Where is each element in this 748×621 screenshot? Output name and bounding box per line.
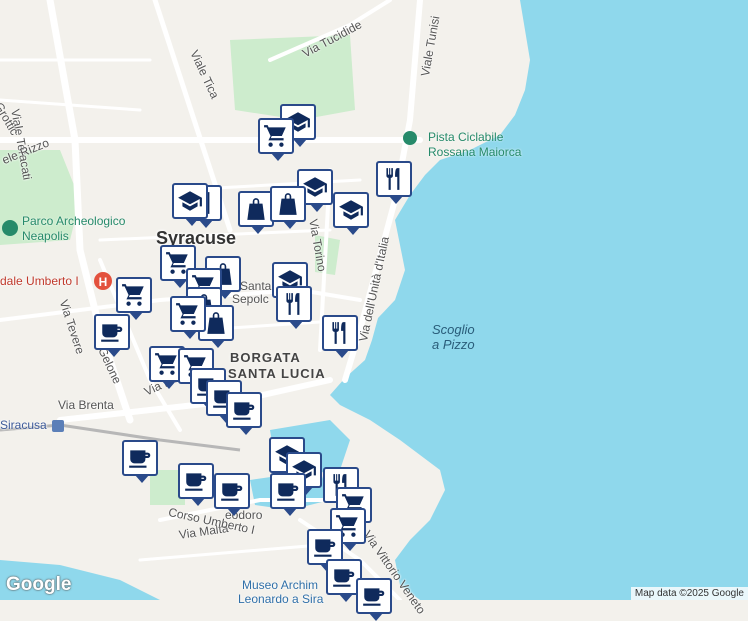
coffee-cup-icon xyxy=(183,468,209,494)
museum-label-1: Museo Archim xyxy=(242,578,319,592)
shopping-bag-icon xyxy=(203,310,229,336)
marker-cafe[interactable] xyxy=(356,578,392,621)
marker-cafe[interactable] xyxy=(94,314,130,357)
coffee-cup-icon xyxy=(127,445,153,471)
marker-shopping[interactable] xyxy=(170,296,206,339)
marker-cafe[interactable] xyxy=(178,463,214,506)
graduation-cap-icon xyxy=(177,188,203,214)
district-label-1: BORGATA xyxy=(230,350,301,365)
coffee-cup-icon xyxy=(331,564,357,590)
graduation-cap-icon xyxy=(338,197,364,223)
marker-shopping[interactable] xyxy=(116,277,152,320)
marker-cafe[interactable] xyxy=(226,392,262,435)
shopping-bag-icon xyxy=(243,196,269,222)
park-poi-icon xyxy=(2,220,18,236)
marker-restaurant[interactable] xyxy=(322,315,358,358)
marker-education[interactable] xyxy=(333,192,369,235)
station-label: Siracusa xyxy=(0,418,47,432)
shopping-cart-icon xyxy=(121,282,147,308)
coffee-cup-icon xyxy=(231,397,257,423)
shopping-cart-icon xyxy=(263,123,289,149)
shopping-cart-icon xyxy=(175,301,201,327)
coffee-cup-icon xyxy=(312,534,338,560)
marker-restaurant[interactable] xyxy=(376,161,412,204)
map-credit: Map data ©2025 Google xyxy=(630,587,748,600)
street-via-brenta: Via Brenta xyxy=(58,398,114,412)
svg-text:H: H xyxy=(99,275,108,289)
district-label-2: SANTA LUCIA xyxy=(228,366,326,381)
coffee-cup-icon xyxy=(99,319,125,345)
train-station-icon xyxy=(52,420,64,432)
marker-cafe[interactable] xyxy=(214,473,250,516)
park-label-2: Neapolis xyxy=(22,229,69,243)
sea-label: Scoglio a Pizzo xyxy=(432,322,475,352)
cycle-track-poi-icon xyxy=(403,131,417,145)
sea-label-line-1: Scoglio xyxy=(432,322,475,337)
marker-education[interactable] xyxy=(172,183,208,226)
park-label-1: Parco Archeologico xyxy=(22,214,126,228)
google-logo: Google xyxy=(6,574,72,595)
marker-shopping[interactable] xyxy=(258,118,294,161)
fork-knife-icon xyxy=(327,320,353,346)
marker-cafe[interactable] xyxy=(122,440,158,483)
museum-label-2: Leonardo a Sira xyxy=(238,592,324,606)
sea-label-line-2: a Pizzo xyxy=(432,337,475,352)
coffee-cup-icon xyxy=(219,478,245,504)
hospital-label: dale Umberto I xyxy=(0,274,79,288)
cycle-track-label-1: Pista Ciclabile xyxy=(428,130,504,144)
fork-knife-icon xyxy=(381,166,407,192)
cycle-track-label-2: Rossana Maiorca xyxy=(428,145,522,159)
church-label-2: Sepolc xyxy=(232,292,269,306)
fork-knife-icon xyxy=(281,291,307,317)
coffee-cup-icon xyxy=(361,583,387,609)
marker-shopping[interactable] xyxy=(238,191,274,234)
marker-shopping[interactable] xyxy=(270,186,306,229)
marker-restaurant[interactable] xyxy=(276,286,312,329)
marker-cafe[interactable] xyxy=(270,473,306,516)
coffee-cup-icon xyxy=(275,478,301,504)
shopping-cart-icon xyxy=(154,351,180,377)
shopping-bag-icon xyxy=(275,191,301,217)
church-label-1: Santa xyxy=(240,279,272,293)
